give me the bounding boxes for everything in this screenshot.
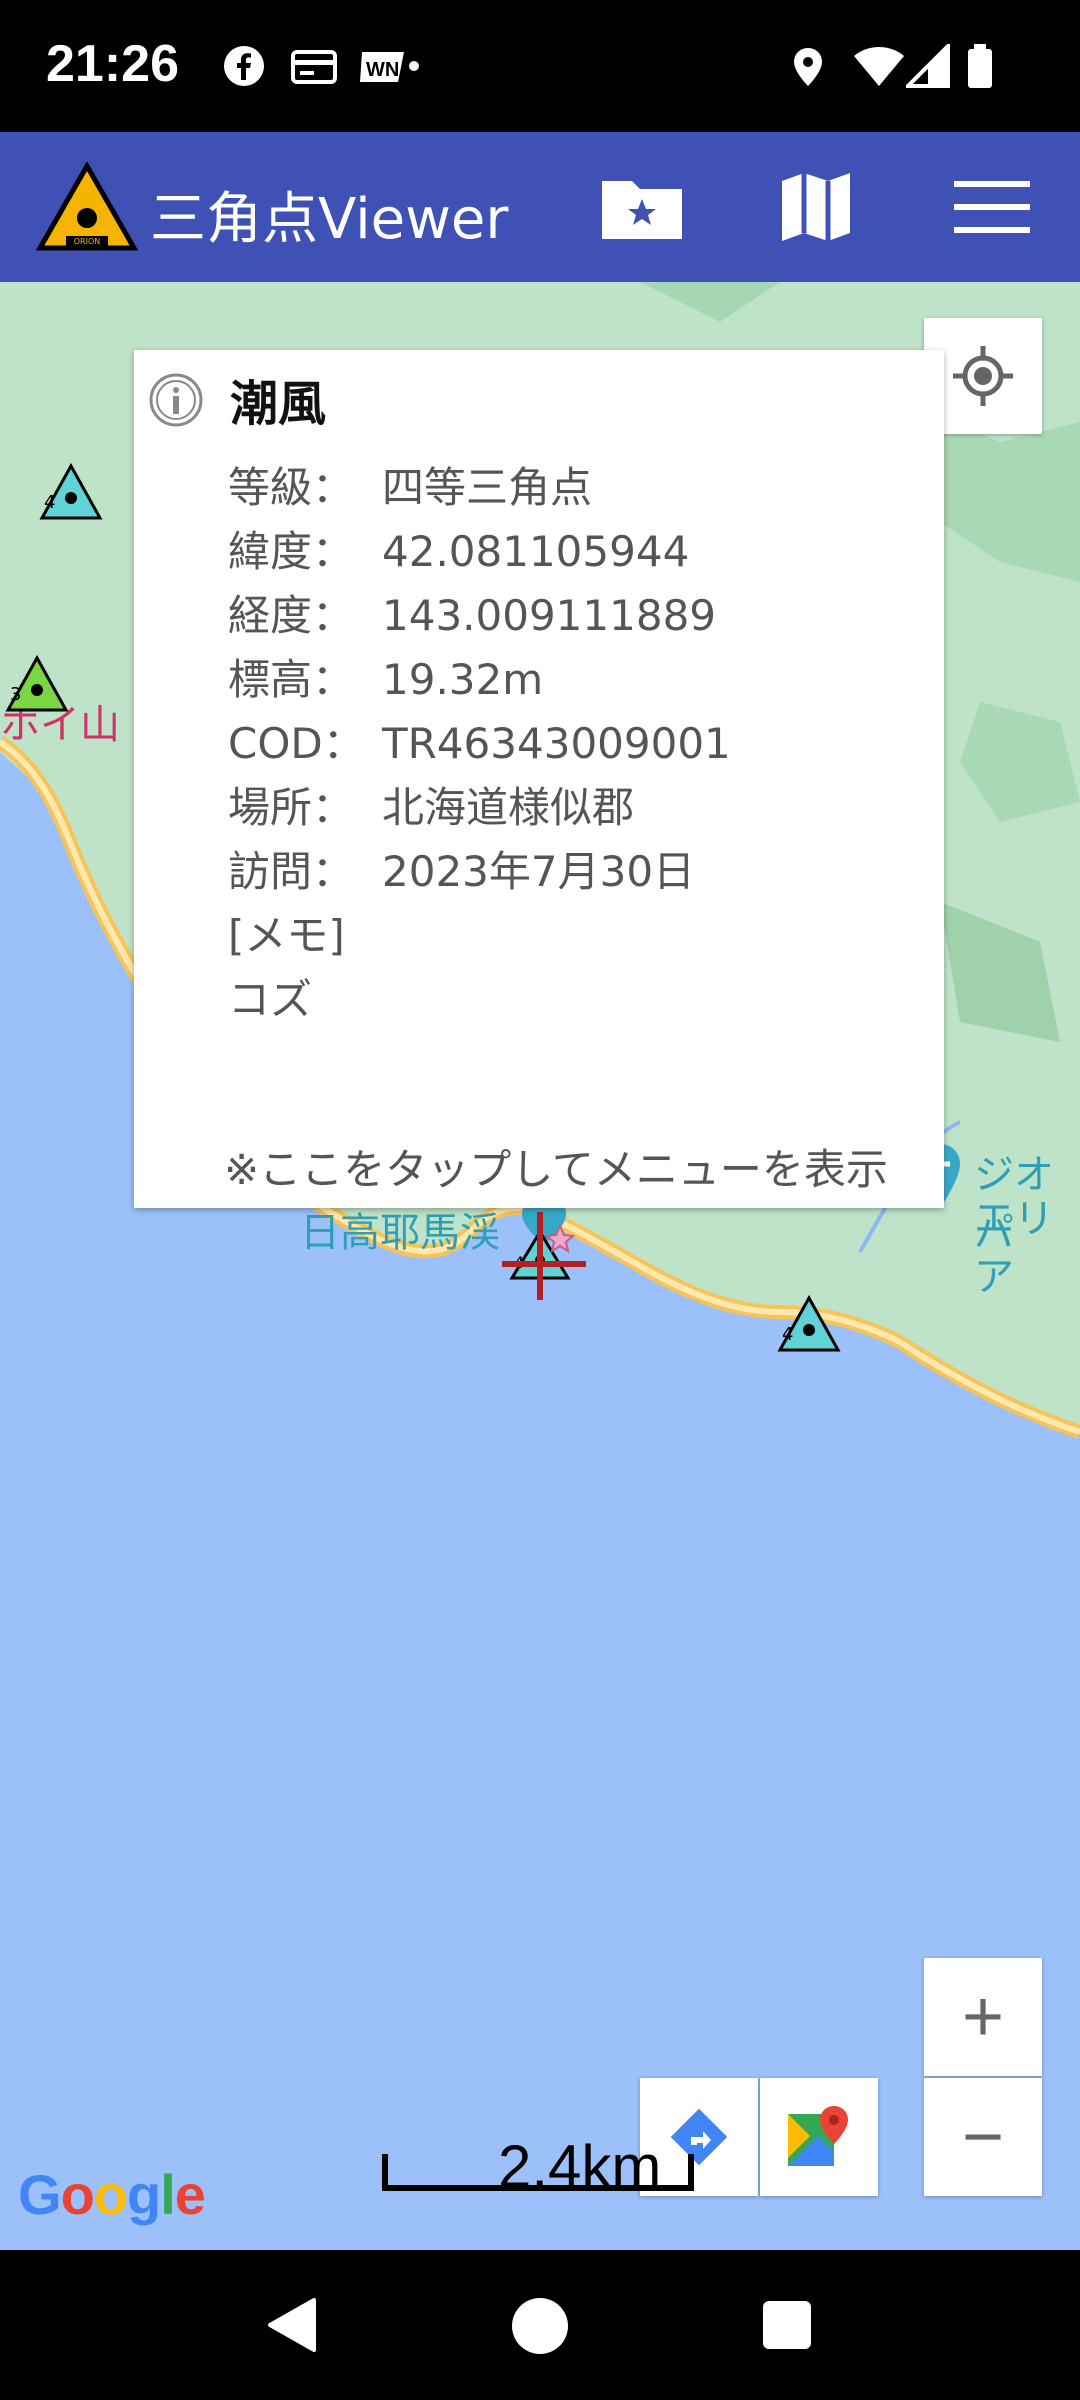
point-name: 潮風 bbox=[230, 376, 327, 432]
my-location-icon bbox=[953, 346, 1013, 406]
map-button[interactable] bbox=[766, 162, 866, 252]
zoom-out-button[interactable]: − bbox=[924, 2078, 1042, 2196]
back-icon[interactable] bbox=[264, 2296, 320, 2354]
app-title: 三角点Viewer bbox=[150, 187, 509, 252]
info-row-location: 場所： 北海道様似郡 bbox=[228, 774, 634, 835]
marker-grade: 4 bbox=[44, 492, 55, 513]
selected-marker[interactable]: 4 bbox=[494, 1192, 594, 1322]
info-row-code: COD： TR46343009001 bbox=[228, 710, 731, 771]
info-icon bbox=[149, 373, 203, 427]
status-time: 21:26 bbox=[46, 35, 179, 93]
info-label: 経度： bbox=[228, 591, 355, 640]
map-icon bbox=[782, 173, 850, 241]
info-row-longitude: 経度： 143.009111889 bbox=[228, 582, 716, 643]
zoom-in-button[interactable]: + bbox=[924, 1958, 1042, 2076]
app-bar: ORION 三角点Viewer bbox=[0, 132, 1080, 282]
tap-hint: ※ここをタップしてメニューを表示 bbox=[224, 1145, 888, 1194]
location-icon bbox=[794, 48, 822, 86]
marker-grade: 4 bbox=[782, 1324, 793, 1345]
google-maps-button[interactable] bbox=[760, 2078, 878, 2196]
scale-label: 2.4km bbox=[498, 2133, 662, 2200]
info-label: 訪問： bbox=[228, 847, 355, 896]
info-label: COD： bbox=[228, 719, 365, 768]
point-info-popup[interactable]: 潮風 等級： 四等三角点 緯度： 42.081105944 経度： 143.00911… bbox=[134, 350, 944, 1208]
recents-icon[interactable] bbox=[760, 2298, 814, 2352]
home-icon[interactable] bbox=[510, 2296, 570, 2356]
info-value: 19.32m bbox=[382, 655, 544, 704]
google-maps-icon bbox=[788, 2106, 848, 2166]
facebook-icon bbox=[224, 46, 264, 86]
marker-grade: 3 bbox=[10, 684, 21, 705]
svg-text:WN: WN bbox=[366, 59, 399, 81]
place-label-yabakei: 日高耶馬渓 bbox=[300, 1210, 500, 1256]
triangulation-marker[interactable]: 3 bbox=[4, 654, 70, 714]
signal-icon bbox=[906, 44, 950, 88]
info-value: 北海道様似郡 bbox=[382, 783, 635, 832]
info-value: 四等三角点 bbox=[382, 463, 593, 512]
info-value: 42.081105944 bbox=[382, 527, 690, 576]
memo-text: コズ bbox=[228, 975, 313, 1024]
card-icon bbox=[291, 50, 337, 84]
status-bar: 21:26 WN bbox=[0, 0, 1080, 132]
zoom-in-label: + bbox=[961, 1977, 1005, 2057]
info-label: 標高： bbox=[228, 655, 355, 704]
battery-icon bbox=[968, 44, 992, 88]
wn-icon: WN bbox=[360, 52, 419, 82]
info-row-latitude: 緯度： 42.081105944 bbox=[228, 518, 689, 579]
system-nav-bar bbox=[0, 2250, 1080, 2400]
info-label: 場所： bbox=[228, 783, 355, 832]
info-row-elevation: 標高： 19.32m bbox=[228, 646, 543, 707]
map-view[interactable]: ホイ山 日高耶馬渓 ジオパ エリア 4 3 4 4 + − 2.4km Goog… bbox=[0, 282, 1080, 2250]
info-value: 2023年7月30日 bbox=[382, 847, 696, 896]
memo-label: [メモ] bbox=[228, 911, 345, 960]
info-value: TR46343009001 bbox=[382, 719, 731, 768]
wifi-icon bbox=[854, 47, 904, 86]
logo-text: ORION bbox=[74, 237, 101, 246]
zoom-out-label: − bbox=[961, 2097, 1005, 2177]
favorites-folder-icon bbox=[602, 181, 682, 239]
info-value: 143.009111889 bbox=[382, 591, 717, 640]
menu-icon bbox=[954, 181, 1030, 233]
info-row-visit: 訪問： 2023年7月30日 bbox=[228, 838, 695, 899]
info-row-grade: 等級： 四等三角点 bbox=[228, 454, 592, 515]
geo-label-line2: エリア bbox=[974, 1196, 1054, 1300]
app-logo-icon: ORION bbox=[36, 162, 138, 251]
triangulation-marker[interactable]: 4 bbox=[38, 462, 104, 522]
menu-button[interactable] bbox=[942, 162, 1042, 252]
info-label: 等級： bbox=[228, 463, 355, 512]
favorites-folder-button[interactable] bbox=[592, 162, 692, 252]
info-label: 緯度： bbox=[228, 527, 355, 576]
triangulation-marker[interactable]: 4 bbox=[776, 1294, 842, 1354]
google-attribution: Google bbox=[18, 2163, 206, 2226]
